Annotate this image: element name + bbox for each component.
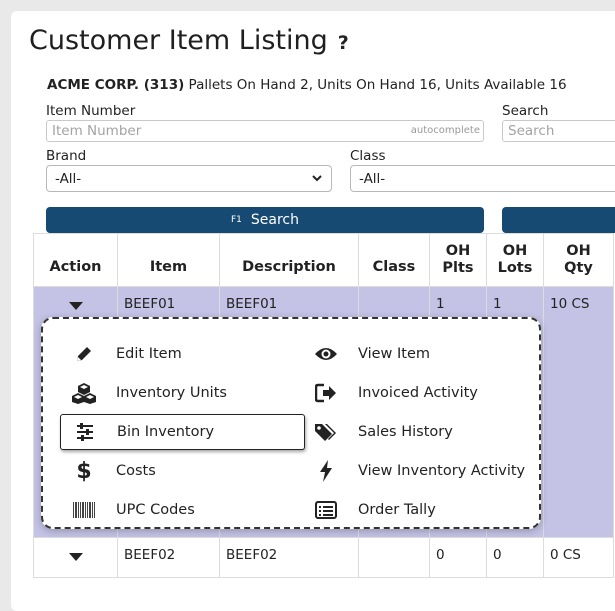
menu-item-bin-inventory[interactable]: Bin Inventory — [60, 414, 305, 450]
brand-select[interactable]: -All- — [46, 165, 332, 192]
item-number-label: Item Number — [46, 103, 136, 119]
sign-out-icon — [314, 381, 338, 405]
customer-name: ACME CORP. (313) — [47, 77, 185, 93]
oh-lots-cell: 0 — [486, 537, 544, 578]
oh-qty-cell: 10 CS — [543, 286, 614, 538]
col-action[interactable]: Action — [33, 233, 118, 287]
menu-item-view-inventory-activity[interactable]: View Inventory Activity — [314, 453, 539, 489]
menu-item-label: View Inventory Activity — [358, 463, 526, 479]
eye-icon — [314, 342, 338, 366]
units-on-hand: Units On Hand 16, — [312, 77, 441, 93]
caret-down-icon[interactable] — [68, 553, 83, 562]
help-icon[interactable]: ? — [338, 32, 349, 54]
search-button[interactable]: F1 Search — [46, 207, 484, 233]
menu-item-label: Edit Item — [116, 346, 182, 362]
title-row: Customer Item Listing ? — [29, 25, 349, 56]
page-title: Customer Item Listing — [29, 25, 328, 56]
list-alt-icon — [314, 498, 338, 522]
search-input[interactable]: Search — [502, 120, 615, 142]
class-value: -All- — [359, 171, 386, 187]
menu-item-label: UPC Codes — [116, 502, 195, 518]
item-cell: BEEF02 — [117, 537, 220, 578]
menu-item-label: Costs — [116, 463, 156, 479]
menu-item-label: Order Tally — [358, 502, 436, 518]
menu-item-label: View Item — [358, 346, 431, 362]
action-menu: Edit Item Inventory Units Bin Inventory … — [41, 317, 541, 529]
secondary-button[interactable] — [502, 207, 615, 233]
menu-item-label: Inventory Units — [116, 385, 227, 401]
units-available: Units Available 16 — [440, 77, 567, 93]
col-class[interactable]: Class — [358, 233, 430, 287]
caret-down-icon[interactable] — [68, 302, 83, 311]
menu-item-invoiced-activity[interactable]: Invoiced Activity — [314, 375, 534, 411]
menu-item-label: Sales History — [358, 424, 453, 440]
menu-item-view-item[interactable]: View Item — [314, 336, 534, 372]
class-cell — [358, 537, 430, 578]
pencil-icon — [72, 342, 96, 366]
menu-item-order-tally[interactable]: Order Tally — [314, 492, 534, 528]
menu-item-inventory-units[interactable]: Inventory Units — [72, 375, 312, 411]
bolt-icon — [314, 459, 338, 483]
menu-item-costs[interactable]: $ Costs — [72, 453, 312, 489]
sliders-icon — [73, 420, 97, 444]
cubes-icon — [72, 381, 96, 405]
oh-qty-cell: 0 CS — [543, 537, 614, 578]
brand-label: Brand — [46, 148, 87, 164]
f1-key-hint: F1 — [230, 215, 242, 225]
col-oh-plts[interactable]: OH Plts — [429, 233, 487, 287]
menu-item-edit-item[interactable]: Edit Item — [72, 336, 312, 372]
menu-item-label: Invoiced Activity — [358, 385, 478, 401]
class-label: Class — [350, 148, 386, 164]
oh-plts-cell: 0 — [429, 537, 487, 578]
col-oh-qty[interactable]: OH Qty — [543, 233, 614, 287]
barcode-icon — [72, 498, 96, 522]
menu-item-upc-codes[interactable]: UPC Codes — [72, 492, 312, 528]
chevron-down-icon — [312, 175, 322, 182]
pallets-on-hand: Pallets On Hand 2, — [184, 77, 313, 93]
search-placeholder: Search — [508, 123, 555, 139]
col-description[interactable]: Description — [219, 233, 359, 287]
search-label: Search — [502, 103, 549, 119]
col-oh-lots[interactable]: OH Lots — [486, 233, 544, 287]
class-select[interactable]: -All- — [350, 165, 615, 192]
menu-item-label: Bin Inventory — [117, 424, 215, 440]
customer-summary: ACME CORP. (313) Pallets On Hand 2, Unit… — [47, 77, 567, 93]
col-item[interactable]: Item — [117, 233, 220, 287]
item-number-placeholder: Item Number — [52, 123, 142, 139]
tags-icon — [314, 420, 338, 444]
table-header-row: Action Item Description Class OH Plts OH… — [33, 233, 614, 287]
search-button-label: Search — [250, 212, 299, 228]
row-action-cell[interactable] — [33, 537, 118, 578]
brand-value: -All- — [55, 171, 82, 187]
item-number-input[interactable]: Item Number autocomplete — [46, 120, 484, 142]
autocomplete-tag: autocomplete — [410, 125, 480, 136]
table-row[interactable]: BEEF02 BEEF02 0 0 0 CS — [33, 537, 614, 578]
menu-item-sales-history[interactable]: Sales History — [314, 414, 534, 450]
dollar-icon: $ — [76, 458, 92, 484]
description-cell: BEEF02 — [219, 537, 359, 578]
